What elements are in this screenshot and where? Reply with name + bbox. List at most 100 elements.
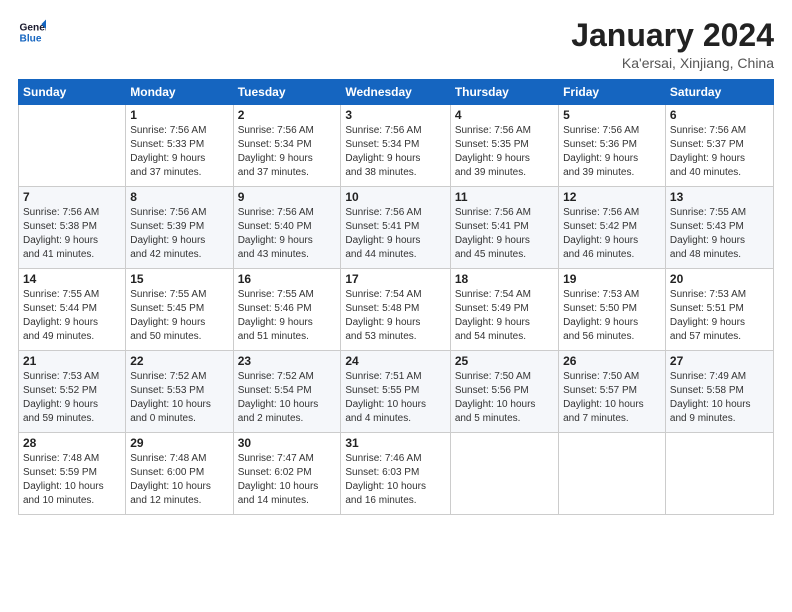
day-info: Sunrise: 7:50 AM Sunset: 5:57 PM Dayligh… <box>563 370 661 426</box>
calendar-week-1: 1 Sunrise: 7:56 AM Sunset: 5:33 PM Daylig… <box>19 105 774 187</box>
calendar-cell: 8 Sunrise: 7:56 AM Sunset: 5:39 PM Daylig… <box>126 187 233 269</box>
day-number: 5 <box>563 108 661 122</box>
title-block: January 2024 Ka'ersai, Xinjiang, China <box>571 18 774 71</box>
calendar-table: Sunday Monday Tuesday Wednesday Thursday… <box>18 79 774 515</box>
day-info: Sunrise: 7:55 AM Sunset: 5:45 PM Dayligh… <box>130 288 228 344</box>
day-info: Sunrise: 7:53 AM Sunset: 5:51 PM Dayligh… <box>670 288 769 344</box>
calendar-cell: 25 Sunrise: 7:50 AM Sunset: 5:56 PM Dayli… <box>450 351 558 433</box>
day-info: Sunrise: 7:56 AM Sunset: 5:38 PM Dayligh… <box>23 206 121 262</box>
day-number: 18 <box>455 272 554 286</box>
calendar-week-3: 14 Sunrise: 7:55 AM Sunset: 5:44 PM Dayli… <box>19 269 774 351</box>
calendar-cell: 4Sunrise: 7:56 AM Sunset: 5:35 PM Daylig… <box>450 105 558 187</box>
day-number: 2 <box>238 108 337 122</box>
day-info: Sunrise: 7:47 AM Sunset: 6:02 PM Dayligh… <box>238 452 337 508</box>
day-info: Sunrise: 7:50 AM Sunset: 5:56 PM Dayligh… <box>455 370 554 426</box>
day-number: 6 <box>670 108 769 122</box>
day-number: 8 <box>130 190 228 204</box>
calendar-cell: 14 Sunrise: 7:55 AM Sunset: 5:44 PM Dayli… <box>19 269 126 351</box>
calendar-cell: 27 Sunrise: 7:49 AM Sunset: 5:58 PM Dayli… <box>665 351 773 433</box>
day-number: 13 <box>670 190 769 204</box>
day-number: 27 <box>670 354 769 368</box>
day-number: 11 <box>455 190 554 204</box>
calendar-week-2: 7 Sunrise: 7:56 AM Sunset: 5:38 PM Daylig… <box>19 187 774 269</box>
header-monday: Monday <box>126 80 233 105</box>
day-info: Sunrise: 7:56 AM Sunset: 5:42 PM Dayligh… <box>563 206 661 262</box>
day-number: 9 <box>238 190 337 204</box>
calendar-cell: 17 Sunrise: 7:54 AM Sunset: 5:48 PM Dayli… <box>341 269 450 351</box>
calendar-cell <box>665 433 773 515</box>
calendar-cell: 15 Sunrise: 7:55 AM Sunset: 5:45 PM Dayli… <box>126 269 233 351</box>
day-info: Sunrise: 7:56 AM Sunset: 5:39 PM Dayligh… <box>130 206 228 262</box>
header-friday: Friday <box>559 80 666 105</box>
calendar-cell: 31 Sunrise: 7:46 AM Sunset: 6:03 PM Dayli… <box>341 433 450 515</box>
day-number: 15 <box>130 272 228 286</box>
calendar-cell: 1 Sunrise: 7:56 AM Sunset: 5:33 PM Daylig… <box>126 105 233 187</box>
day-info: Sunrise: 7:55 AM Sunset: 5:46 PM Dayligh… <box>238 288 337 344</box>
day-info: Sunrise: 7:56 AM Sunset: 5:34 PM Dayligh… <box>345 124 445 180</box>
day-info: Sunrise: 7:56 AM Sunset: 5:41 PM Dayligh… <box>455 206 554 262</box>
day-info: Sunrise: 7:51 AM Sunset: 5:55 PM Dayligh… <box>345 370 445 426</box>
calendar-cell: 19 Sunrise: 7:53 AM Sunset: 5:50 PM Dayli… <box>559 269 666 351</box>
day-number: 20 <box>670 272 769 286</box>
calendar-cell: 24Sunrise: 7:51 AM Sunset: 5:55 PM Dayli… <box>341 351 450 433</box>
day-info: Sunrise: 7:55 AM Sunset: 5:44 PM Dayligh… <box>23 288 121 344</box>
day-number: 28 <box>23 436 121 450</box>
day-info: Sunrise: 7:56 AM Sunset: 5:36 PM Dayligh… <box>563 124 661 180</box>
day-number: 16 <box>238 272 337 286</box>
day-number: 14 <box>23 272 121 286</box>
logo-icon: General Blue <box>18 18 46 46</box>
day-info: Sunrise: 7:48 AM Sunset: 5:59 PM Dayligh… <box>23 452 121 508</box>
subtitle: Ka'ersai, Xinjiang, China <box>571 55 774 71</box>
calendar-cell: 7 Sunrise: 7:56 AM Sunset: 5:38 PM Daylig… <box>19 187 126 269</box>
calendar-cell: 13 Sunrise: 7:55 AM Sunset: 5:43 PM Dayli… <box>665 187 773 269</box>
day-info: Sunrise: 7:53 AM Sunset: 5:52 PM Dayligh… <box>23 370 121 426</box>
day-info: Sunrise: 7:56 AM Sunset: 5:40 PM Dayligh… <box>238 206 337 262</box>
day-number: 30 <box>238 436 337 450</box>
header-wednesday: Wednesday <box>341 80 450 105</box>
day-info: Sunrise: 7:49 AM Sunset: 5:58 PM Dayligh… <box>670 370 769 426</box>
calendar-cell: 18 Sunrise: 7:54 AM Sunset: 5:49 PM Dayli… <box>450 269 558 351</box>
day-info: Sunrise: 7:52 AM Sunset: 5:54 PM Dayligh… <box>238 370 337 426</box>
day-number: 25 <box>455 354 554 368</box>
day-number: 22 <box>130 354 228 368</box>
header: General Blue January 2024 Ka'ersai, Xinj… <box>18 18 774 71</box>
header-thursday: Thursday <box>450 80 558 105</box>
day-number: 7 <box>23 190 121 204</box>
calendar-cell: 10 Sunrise: 7:56 AM Sunset: 5:41 PM Dayli… <box>341 187 450 269</box>
header-saturday: Saturday <box>665 80 773 105</box>
header-tuesday: Tuesday <box>233 80 341 105</box>
day-number: 23 <box>238 354 337 368</box>
calendar-cell: 2Sunrise: 7:56 AM Sunset: 5:34 PM Daylig… <box>233 105 341 187</box>
day-number: 4 <box>455 108 554 122</box>
day-number: 21 <box>23 354 121 368</box>
day-number: 19 <box>563 272 661 286</box>
day-info: Sunrise: 7:53 AM Sunset: 5:50 PM Dayligh… <box>563 288 661 344</box>
calendar-cell: 12 Sunrise: 7:56 AM Sunset: 5:42 PM Dayli… <box>559 187 666 269</box>
day-info: Sunrise: 7:56 AM Sunset: 5:41 PM Dayligh… <box>345 206 445 262</box>
day-number: 1 <box>130 108 228 122</box>
day-number: 10 <box>345 190 445 204</box>
day-number: 17 <box>345 272 445 286</box>
day-info: Sunrise: 7:54 AM Sunset: 5:49 PM Dayligh… <box>455 288 554 344</box>
calendar-cell: 30 Sunrise: 7:47 AM Sunset: 6:02 PM Dayli… <box>233 433 341 515</box>
calendar-cell <box>450 433 558 515</box>
calendar-cell: 29 Sunrise: 7:48 AM Sunset: 6:00 PM Dayli… <box>126 433 233 515</box>
day-info: Sunrise: 7:55 AM Sunset: 5:43 PM Dayligh… <box>670 206 769 262</box>
page: General Blue January 2024 Ka'ersai, Xinj… <box>0 0 792 612</box>
month-title: January 2024 <box>571 18 774 53</box>
calendar-cell: 22Sunrise: 7:52 AM Sunset: 5:53 PM Dayli… <box>126 351 233 433</box>
header-sunday: Sunday <box>19 80 126 105</box>
day-info: Sunrise: 7:56 AM Sunset: 5:37 PM Dayligh… <box>670 124 769 180</box>
day-number: 29 <box>130 436 228 450</box>
day-number: 12 <box>563 190 661 204</box>
day-info: Sunrise: 7:54 AM Sunset: 5:48 PM Dayligh… <box>345 288 445 344</box>
calendar-cell <box>559 433 666 515</box>
day-number: 26 <box>563 354 661 368</box>
day-info: Sunrise: 7:48 AM Sunset: 6:00 PM Dayligh… <box>130 452 228 508</box>
calendar-cell: 26 Sunrise: 7:50 AM Sunset: 5:57 PM Dayli… <box>559 351 666 433</box>
calendar-cell: 5 Sunrise: 7:56 AM Sunset: 5:36 PM Daylig… <box>559 105 666 187</box>
day-info: Sunrise: 7:56 AM Sunset: 5:33 PM Dayligh… <box>130 124 228 180</box>
day-info: Sunrise: 7:46 AM Sunset: 6:03 PM Dayligh… <box>345 452 445 508</box>
svg-text:Blue: Blue <box>20 33 42 44</box>
day-number: 31 <box>345 436 445 450</box>
